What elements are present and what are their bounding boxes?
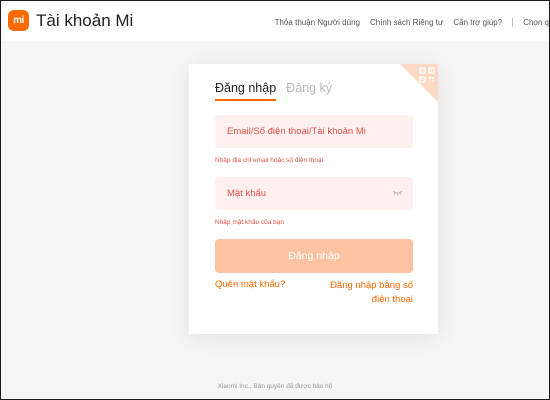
top-header: mi Tài khoản Mi Thỏa thuận Người dùng Ch… [1, 1, 549, 41]
tab-login[interactable]: Đăng nhập [215, 80, 277, 101]
account-error-message: Nhập địa chỉ email hoặc số điện thoại [215, 157, 324, 164]
page-frame: mi Tài khoản Mi Thỏa thuận Người dùng Ch… [0, 0, 550, 400]
phone-login-link[interactable]: Đăng nhập bằng số điện thoại [313, 279, 413, 307]
nav-privacy-policy[interactable]: Chính sách Riêng tư [370, 18, 443, 27]
login-card: Đăng nhập Đăng ký Nhập địa chỉ email hoặ… [189, 64, 438, 334]
qr-login-toggle[interactable] [400, 64, 438, 102]
nav-user-agreement[interactable]: Thỏa thuận Người dùng [275, 18, 360, 27]
login-button[interactable]: Đăng nhập [215, 239, 413, 273]
footer-copyright: Xiaomi Inc., Bản quyền đã được bảo hộ [217, 383, 333, 390]
page-title: Tài khoản Mi [36, 11, 134, 30]
eye-hidden-icon[interactable] [392, 189, 403, 197]
nav-help[interactable]: Cần trợ giúp? [453, 18, 502, 27]
nav-divider [512, 17, 514, 27]
auth-tabs: Đăng nhập Đăng ký [215, 80, 342, 101]
password-input[interactable] [215, 177, 413, 210]
qr-code-icon [419, 67, 435, 83]
account-field [215, 115, 413, 148]
password-field [215, 177, 413, 210]
header-nav: Thỏa thuận Người dùng Chính sách Riêng t… [265, 15, 549, 29]
password-error-message: Nhập mật khẩu của bạn [215, 219, 285, 226]
mi-logo[interactable]: mi [8, 10, 29, 31]
account-input[interactable] [215, 115, 413, 148]
forgot-password-link[interactable]: Quên mật khẩu? [215, 279, 285, 290]
nav-language-select[interactable]: Chọn q [523, 18, 549, 27]
tab-register[interactable]: Đăng ký [286, 80, 332, 101]
